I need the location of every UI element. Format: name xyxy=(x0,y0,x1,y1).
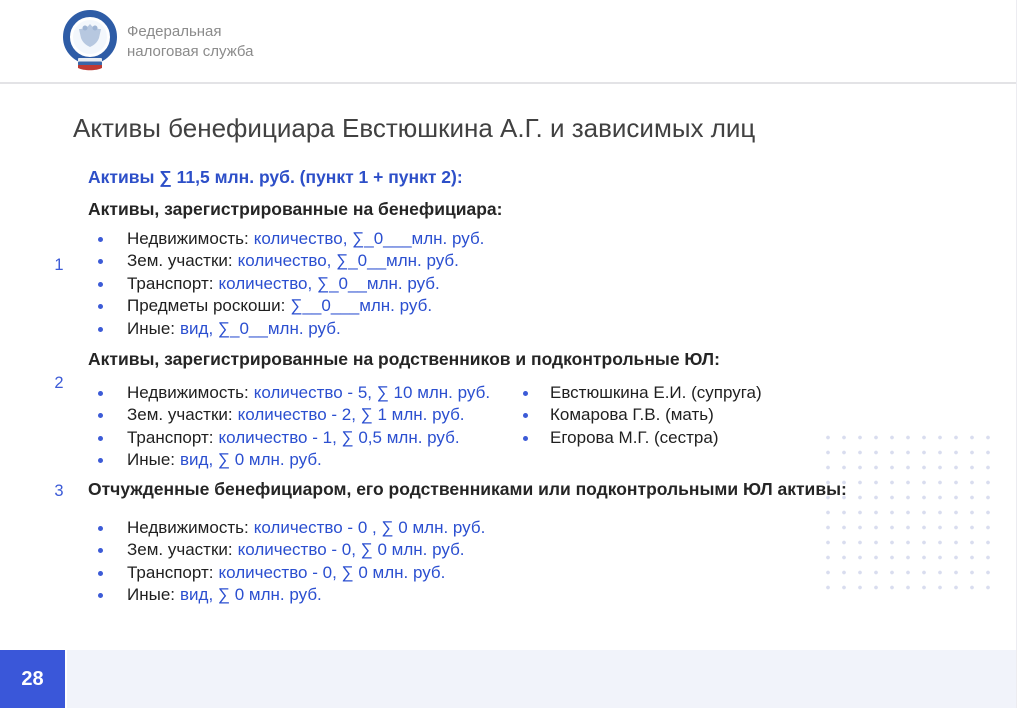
fns-logo-icon xyxy=(62,8,118,72)
asset-label: Транспорт: xyxy=(127,562,214,582)
relative-name: Евстюшкина Е.И. (супруга) xyxy=(550,383,762,402)
asset-label: Предметы роскоши: xyxy=(127,296,286,316)
asset-item: Зем. участки: количество - 0, ∑ 0 млн. ру… xyxy=(97,539,485,561)
asset-label: Зем. участки: xyxy=(127,251,233,271)
asset-item: Недвижимость: количество - 0 , ∑ 0 млн. р… xyxy=(97,517,485,539)
asset-value: вид, ∑ 0 млн. руб. xyxy=(180,585,322,605)
asset-label: Зем. участки: xyxy=(127,405,233,425)
dot-grid-decoration xyxy=(820,430,998,600)
org-name-line1: Федеральная xyxy=(127,23,222,40)
asset-value: количество - 1, ∑ 0,5 млн. руб. xyxy=(218,427,460,447)
bullet-icon xyxy=(98,259,103,265)
asset-label: Транспорт: xyxy=(127,273,214,293)
slide-right-edge xyxy=(1016,0,1017,708)
section1-list: Недвижимость: количество, ∑_0___млн. руб.… xyxy=(97,228,484,340)
asset-value: вид, ∑_0__млн. руб. xyxy=(180,318,341,338)
asset-item: Зем. участки: количество, ∑_0__млн. руб. xyxy=(97,250,484,272)
asset-label: Недвижимость: xyxy=(127,229,249,248)
asset-value: количество, ∑_0___млн. руб. xyxy=(253,229,485,248)
bullet-icon xyxy=(98,413,103,419)
bullet-icon xyxy=(98,570,103,576)
bullet-icon xyxy=(98,326,103,332)
bullet-icon xyxy=(98,593,103,599)
bullet-icon xyxy=(523,435,528,441)
asset-label: Иные: xyxy=(127,318,176,338)
section3-heading: Отчужденные бенефициаром, его родственни… xyxy=(88,479,847,499)
asset-value: ∑__0___млн. руб. xyxy=(290,296,433,316)
org-name-line2: налоговая служба xyxy=(127,43,254,60)
asset-item: Недвижимость: количество - 5, ∑ 10 млн. р… xyxy=(97,382,490,404)
asset-value: количество, ∑_0__млн. руб. xyxy=(218,273,440,293)
bullet-icon xyxy=(523,413,528,419)
section-number-3: 3 xyxy=(54,482,64,500)
asset-label: Транспорт: xyxy=(127,427,214,447)
asset-label: Зем. участки: xyxy=(127,540,233,560)
asset-value: количество - 0, ∑ 0 млн. руб. xyxy=(218,562,446,582)
presentation-slide: Федеральная налоговая служба Активы бене… xyxy=(0,0,1024,708)
asset-item: Недвижимость: количество, ∑_0___млн. руб. xyxy=(97,228,484,250)
header-divider xyxy=(0,82,1016,84)
section2-list: Недвижимость: количество - 5, ∑ 10 млн. р… xyxy=(97,382,490,472)
bullet-icon xyxy=(98,526,103,531)
asset-item: Иные: вид, ∑ 0 млн. руб. xyxy=(97,449,490,471)
relatives-list: Евстюшкина Е.И. (супруга) Комарова Г.В. … xyxy=(522,382,762,449)
relative-item: Егорова М.Г. (сестра) xyxy=(522,427,762,449)
section2-heading: Активы, зарегистрированные на родственни… xyxy=(88,349,720,369)
asset-item: Предметы роскоши: ∑__0___млн. руб. xyxy=(97,295,484,317)
asset-value: количество - 0 , ∑ 0 млн. руб. xyxy=(253,518,486,537)
section3-list: Недвижимость: количество - 0 , ∑ 0 млн. р… xyxy=(97,517,485,607)
asset-value: вид, ∑ 0 млн. руб. xyxy=(180,450,322,470)
page-title: Активы бенефициара Евстюшкина А.Г. и зав… xyxy=(73,113,756,143)
org-name: Федеральная налоговая служба xyxy=(127,22,254,62)
page-number-badge: 28 xyxy=(0,650,65,708)
asset-item: Иные: вид, ∑ 0 млн. руб. xyxy=(97,584,485,606)
relative-item: Евстюшкина Е.И. (супруга) xyxy=(522,382,762,404)
relative-name: Егорова М.Г. (сестра) xyxy=(550,427,719,447)
asset-item: Иные: вид, ∑_0__млн. руб. xyxy=(97,318,484,340)
section1-heading: Активы, зарегистрированные на бенефициар… xyxy=(88,199,503,219)
asset-value: количество - 5, ∑ 10 млн. руб. xyxy=(253,383,491,402)
asset-item: Транспорт: количество, ∑_0__млн. руб. xyxy=(97,273,484,295)
asset-value: количество - 2, ∑ 1 млн. руб. xyxy=(237,405,465,425)
asset-item: Транспорт: количество - 1, ∑ 0,5 млн. руб… xyxy=(97,427,490,449)
asset-item: Транспорт: количество - 0, ∑ 0 млн. руб. xyxy=(97,562,485,584)
asset-value: количество - 0, ∑ 0 млн. руб. xyxy=(237,540,465,560)
bullet-icon xyxy=(98,458,103,464)
bullet-icon xyxy=(98,391,103,396)
bullet-icon xyxy=(523,391,528,396)
asset-item: Зем. участки: количество - 2, ∑ 1 млн. ру… xyxy=(97,404,490,426)
asset-label: Недвижимость: xyxy=(127,383,249,402)
asset-label: Иные: xyxy=(127,585,176,605)
section-number-1: 1 xyxy=(54,256,64,274)
relative-name: Комарова Г.В. (мать) xyxy=(550,405,714,425)
asset-label: Иные: xyxy=(127,450,176,470)
bullet-icon xyxy=(98,435,103,441)
relative-item: Комарова Г.В. (мать) xyxy=(522,404,762,426)
bullet-icon xyxy=(98,304,103,310)
bullet-icon xyxy=(98,237,103,242)
bullet-icon xyxy=(98,281,103,287)
asset-label: Недвижимость: xyxy=(127,518,249,537)
assets-total-line: Активы ∑ 11,5 млн. руб. (пункт 1 + пункт… xyxy=(88,167,463,187)
asset-value: количество, ∑_0__млн. руб. xyxy=(237,251,459,271)
footer-bar xyxy=(67,650,1016,708)
bullet-icon xyxy=(98,548,103,554)
section-number-2: 2 xyxy=(54,374,64,392)
